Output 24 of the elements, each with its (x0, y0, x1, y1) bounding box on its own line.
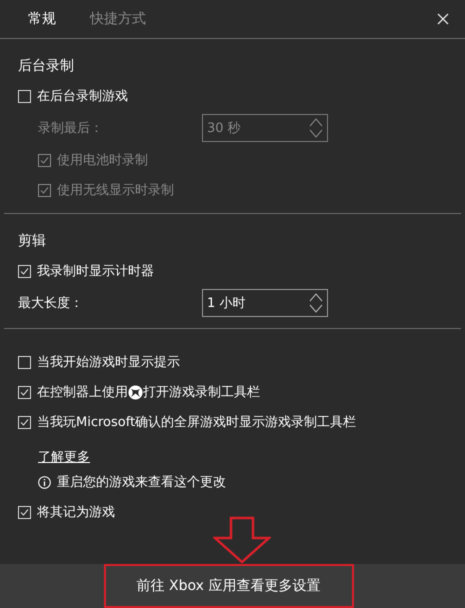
tab[interactable]: 常规 (28, 10, 56, 28)
learn-more-link[interactable]: 了解更多 (38, 448, 90, 466)
section-title: 剪辑 (17, 232, 47, 250)
field-label: 最大长度： (18, 295, 84, 312)
checkbox-label: 我录制时显示计时器 (37, 263, 154, 280)
checkbox-label: 将其记为游戏 (37, 504, 115, 521)
checkbox-label: 当我玩Microsoft确认的全屏游戏时显示游戏录制工具栏 (37, 414, 356, 431)
controller-logo-icon (128, 384, 143, 400)
checkbox-label: 在后台录制游戏 (37, 88, 128, 105)
checkbox-label: 打开游戏录制工具栏 (143, 384, 260, 401)
checkbox-label: 在控制器上使用 (37, 384, 128, 401)
checkbox-label: 当我开始游戏时显示提示 (37, 354, 180, 371)
info-text: 重启您的游戏来查看这个更改 (57, 474, 226, 491)
down-arrow-icon (213, 516, 271, 564)
close-icon[interactable] (435, 11, 451, 27)
checkbox-label: 使用无线显示时录制 (57, 182, 174, 199)
info-icon (38, 476, 51, 488)
spinner-arrows-icon[interactable] (309, 292, 323, 314)
field-label: 录制最后： (38, 120, 104, 137)
open-xbox-app-button[interactable]: 前往 Xbox 应用查看更多设置 (104, 564, 354, 608)
duration-spinner[interactable]: 1 小时 (202, 289, 328, 317)
tab[interactable]: 快捷方式 (90, 10, 146, 28)
section-title: 后台录制 (17, 57, 75, 75)
checkbox-label: 使用电池时录制 (57, 152, 148, 169)
